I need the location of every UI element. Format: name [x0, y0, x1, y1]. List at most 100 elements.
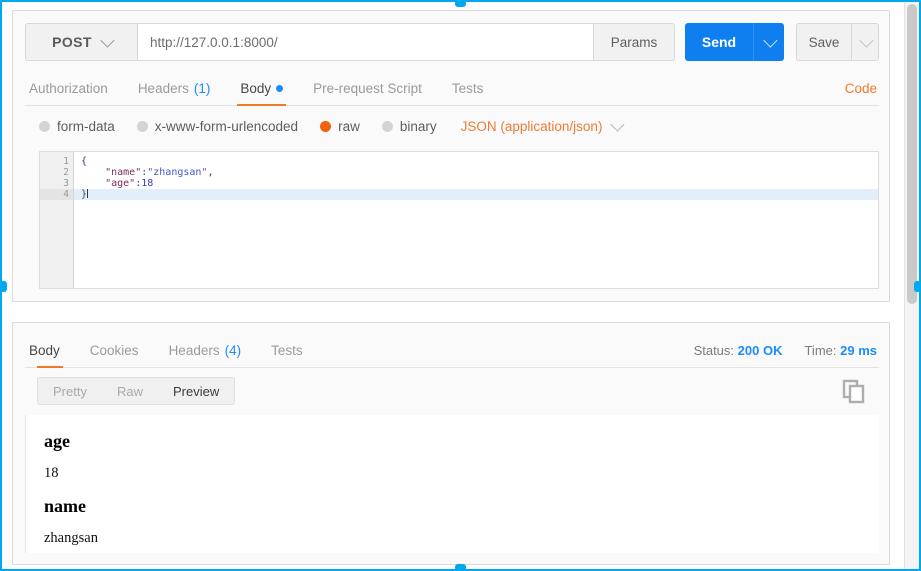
body-type-row: form-data x-www-form-urlencoded raw bina… — [39, 114, 625, 138]
gutter-line[interactable]: 3 — [40, 178, 73, 189]
tab-headers[interactable]: Headers (1) — [123, 81, 226, 105]
code-line[interactable]: } — [74, 189, 878, 200]
code-line[interactable]: "name":"zhangsan", — [74, 167, 878, 178]
radio-icon-selected — [320, 120, 332, 132]
code-token: , — [207, 167, 214, 178]
tab-label: Tests — [451, 81, 484, 96]
chevron-down-icon — [610, 117, 625, 132]
radio-binary[interactable]: binary — [381, 119, 437, 134]
status-indicator: Status: 200 OK — [694, 343, 783, 358]
view-mode-label: Pretty — [53, 383, 87, 399]
code-link[interactable]: Code — [845, 81, 877, 96]
tab-count: (4) — [224, 343, 242, 358]
tab-count: (1) — [193, 81, 211, 96]
code-line[interactable]: { — [74, 156, 878, 167]
view-mode-label: Preview — [172, 383, 220, 399]
response-panel: Body Cookies Headers (4) Tests Status: 2… — [12, 322, 890, 565]
radio-label: form-data — [57, 118, 115, 134]
view-mode-label: Raw — [116, 383, 143, 399]
time-value: 29 ms — [840, 343, 877, 358]
request-tab-bar: Authorization Headers (1) Body Pre-reque… — [25, 73, 879, 106]
response-preview-body: age 18 name zhangsan — [25, 415, 879, 553]
preview-paragraph: 18 — [44, 465, 59, 481]
chevron-down-icon — [763, 33, 778, 48]
radio-form-data[interactable]: form-data — [39, 119, 115, 134]
code-line[interactable]: "age":18 — [74, 178, 878, 189]
selection-handle-bottom[interactable] — [455, 564, 466, 571]
radio-raw[interactable]: raw — [320, 119, 360, 134]
response-view-toggle: Pretty Raw Preview — [37, 377, 236, 405]
postman-window: POST Params Send Save — [2, 2, 919, 569]
gutter-line-active[interactable]: 4 — [40, 189, 73, 200]
selection-handle-left[interactable] — [0, 281, 7, 292]
response-meta: Status: 200 OK Time: 29 ms — [694, 343, 877, 358]
code-token: { — [81, 156, 88, 167]
gutter-line[interactable]: 1 — [40, 156, 81, 167]
code-token: 18 — [141, 178, 154, 189]
selection-handle-right[interactable] — [914, 281, 921, 292]
request-body-editor[interactable]: 1 2 3 4 { "name":"zhangsan", "age":18} — [39, 151, 879, 289]
status-label: Status: — [693, 343, 735, 358]
tab-label: Cookies — [89, 343, 139, 358]
tab-authorization[interactable]: Authorization — [25, 81, 123, 105]
request-panel: POST Params Send Save — [12, 10, 890, 302]
radio-label: raw — [338, 118, 360, 134]
tab-label: Headers — [168, 343, 220, 358]
radio-icon — [39, 120, 50, 132]
text-caret — [87, 189, 89, 198]
send-label: Send — [701, 34, 737, 50]
view-mode-raw[interactable]: Raw — [102, 378, 158, 404]
send-options-button[interactable] — [753, 23, 784, 61]
response-tab-headers[interactable]: Headers (4) — [154, 343, 257, 367]
time-indicator: Time: 29 ms — [804, 343, 877, 358]
view-mode-preview[interactable]: Preview — [158, 378, 234, 404]
editor-gutter: 1 2 3 4 — [40, 152, 81, 288]
tab-body[interactable]: Body — [225, 81, 298, 106]
editor-code-area[interactable]: { "name":"zhangsan", "age":18} — [74, 152, 878, 288]
tab-label: Authorization — [29, 81, 108, 96]
tab-label: Body — [240, 81, 272, 96]
response-tab-cookies[interactable]: Cookies — [75, 343, 154, 367]
content-type-select[interactable]: JSON (application/json) — [460, 117, 625, 134]
save-button-group: Save — [796, 23, 879, 61]
method-select[interactable]: POST — [25, 23, 137, 61]
tab-label: Pre-request Script — [313, 81, 422, 96]
tab-label: Body — [29, 343, 60, 358]
params-label: Params — [610, 34, 658, 50]
copy-icon[interactable] — [841, 377, 867, 405]
code-token: "age" — [105, 178, 136, 189]
gutter-line[interactable]: 2 — [40, 167, 73, 178]
save-button[interactable]: Save — [796, 23, 851, 61]
view-mode-pretty[interactable]: Pretty — [38, 378, 102, 404]
url-bar: POST Params Send Save — [25, 23, 879, 61]
selection-handle-top[interactable] — [455, 0, 466, 7]
tab-label: Headers — [137, 81, 189, 96]
code-token: "name" — [105, 167, 142, 178]
preview-heading: name — [44, 496, 86, 516]
save-options-button[interactable] — [851, 23, 879, 61]
url-input-wrapper[interactable] — [137, 23, 593, 61]
chevron-down-icon — [859, 33, 874, 48]
preview-heading: age — [44, 431, 70, 451]
radio-label: x-www-form-urlencoded — [154, 118, 299, 134]
radio-icon — [381, 120, 393, 132]
chevron-down-icon — [100, 33, 115, 48]
modified-dot-icon — [276, 85, 284, 92]
response-tab-bar: Body Cookies Headers (4) Tests Status: 2… — [25, 335, 879, 368]
response-tab-tests[interactable]: Tests — [256, 343, 318, 367]
save-label: Save — [808, 34, 840, 50]
content-type-label: JSON (application/json) — [460, 118, 603, 134]
tab-tests[interactable]: Tests — [437, 81, 499, 105]
response-tab-body[interactable]: Body — [25, 343, 75, 368]
radio-x-www-form-urlencoded[interactable]: x-www-form-urlencoded — [136, 118, 299, 134]
page-scrollbar-thumb[interactable] — [907, 4, 917, 304]
url-input[interactable] — [138, 24, 593, 60]
status-value: 200 OK — [737, 343, 783, 358]
tab-pre-request-script[interactable]: Pre-request Script — [298, 81, 437, 105]
params-button[interactable]: Params — [593, 23, 675, 61]
tab-label: Tests — [271, 343, 303, 358]
code-token: "zhangsan" — [147, 167, 208, 178]
send-button[interactable]: Send — [685, 23, 753, 61]
